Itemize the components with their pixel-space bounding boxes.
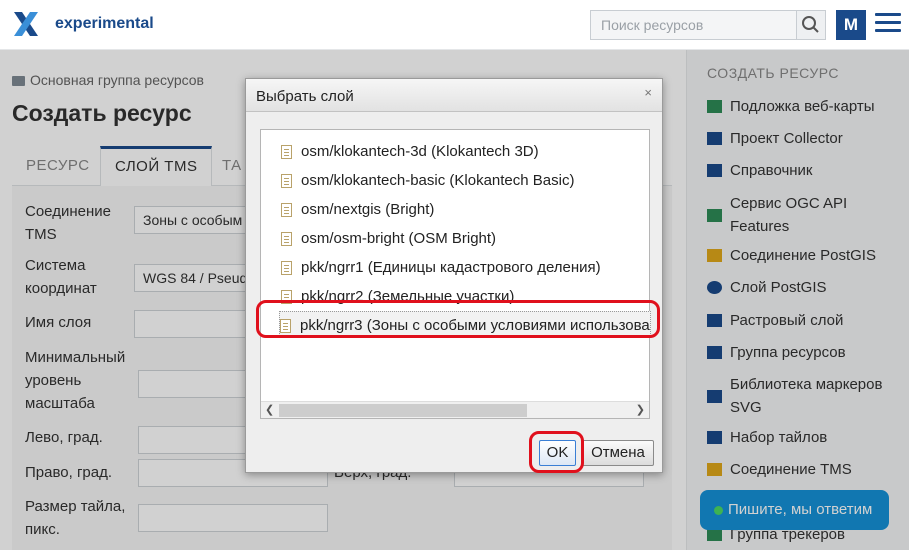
cancel-button[interactable]: Отмена	[582, 440, 654, 466]
layer-tree[interactable]: osm/klokantech-3d (Klokantech 3D) osm/kl…	[260, 129, 653, 419]
menu-icon[interactable]	[875, 13, 901, 35]
highlight-selected-layer	[256, 300, 660, 338]
document-icon	[281, 174, 292, 188]
document-icon	[281, 232, 292, 246]
document-icon	[281, 203, 292, 217]
search-button[interactable]	[796, 10, 826, 40]
close-icon[interactable]: ×	[644, 85, 652, 100]
highlight-ok-button	[529, 431, 584, 473]
document-icon	[281, 261, 292, 275]
dialog-title: Выбрать слой	[256, 88, 354, 105]
scroll-right-icon[interactable]: ❯	[636, 403, 645, 416]
scroll-left-icon[interactable]: ❮	[265, 403, 274, 416]
avatar[interactable]: M	[836, 10, 866, 40]
layer-item[interactable]: osm/nextgis (Bright)	[281, 196, 653, 223]
select-layer-dialog: Выбрать слой × osm/klokantech-3d (Klokan…	[245, 78, 663, 473]
search-icon	[802, 16, 819, 33]
brand-name[interactable]: experimental	[55, 15, 154, 33]
logo-icon[interactable]	[12, 10, 40, 38]
horizontal-scrollbar[interactable]: ❮ ❯	[261, 401, 649, 418]
dialog-title-bar[interactable]: Выбрать слой ×	[246, 79, 662, 112]
layer-item[interactable]: osm/klokantech-basic (Klokantech Basic)	[281, 167, 653, 194]
layer-item[interactable]: osm/klokantech-3d (Klokantech 3D)	[281, 138, 653, 165]
search-input[interactable]: Поиск ресурсов	[590, 10, 796, 40]
document-icon	[281, 145, 292, 159]
layer-item[interactable]: osm/osm-bright (OSM Bright)	[281, 225, 653, 252]
layer-item[interactable]: pkk/ngrr1 (Единицы кадастрового деления)	[281, 254, 653, 281]
top-bar: experimental Поиск ресурсов M	[0, 0, 909, 50]
scrollbar-thumb[interactable]	[279, 404, 527, 417]
